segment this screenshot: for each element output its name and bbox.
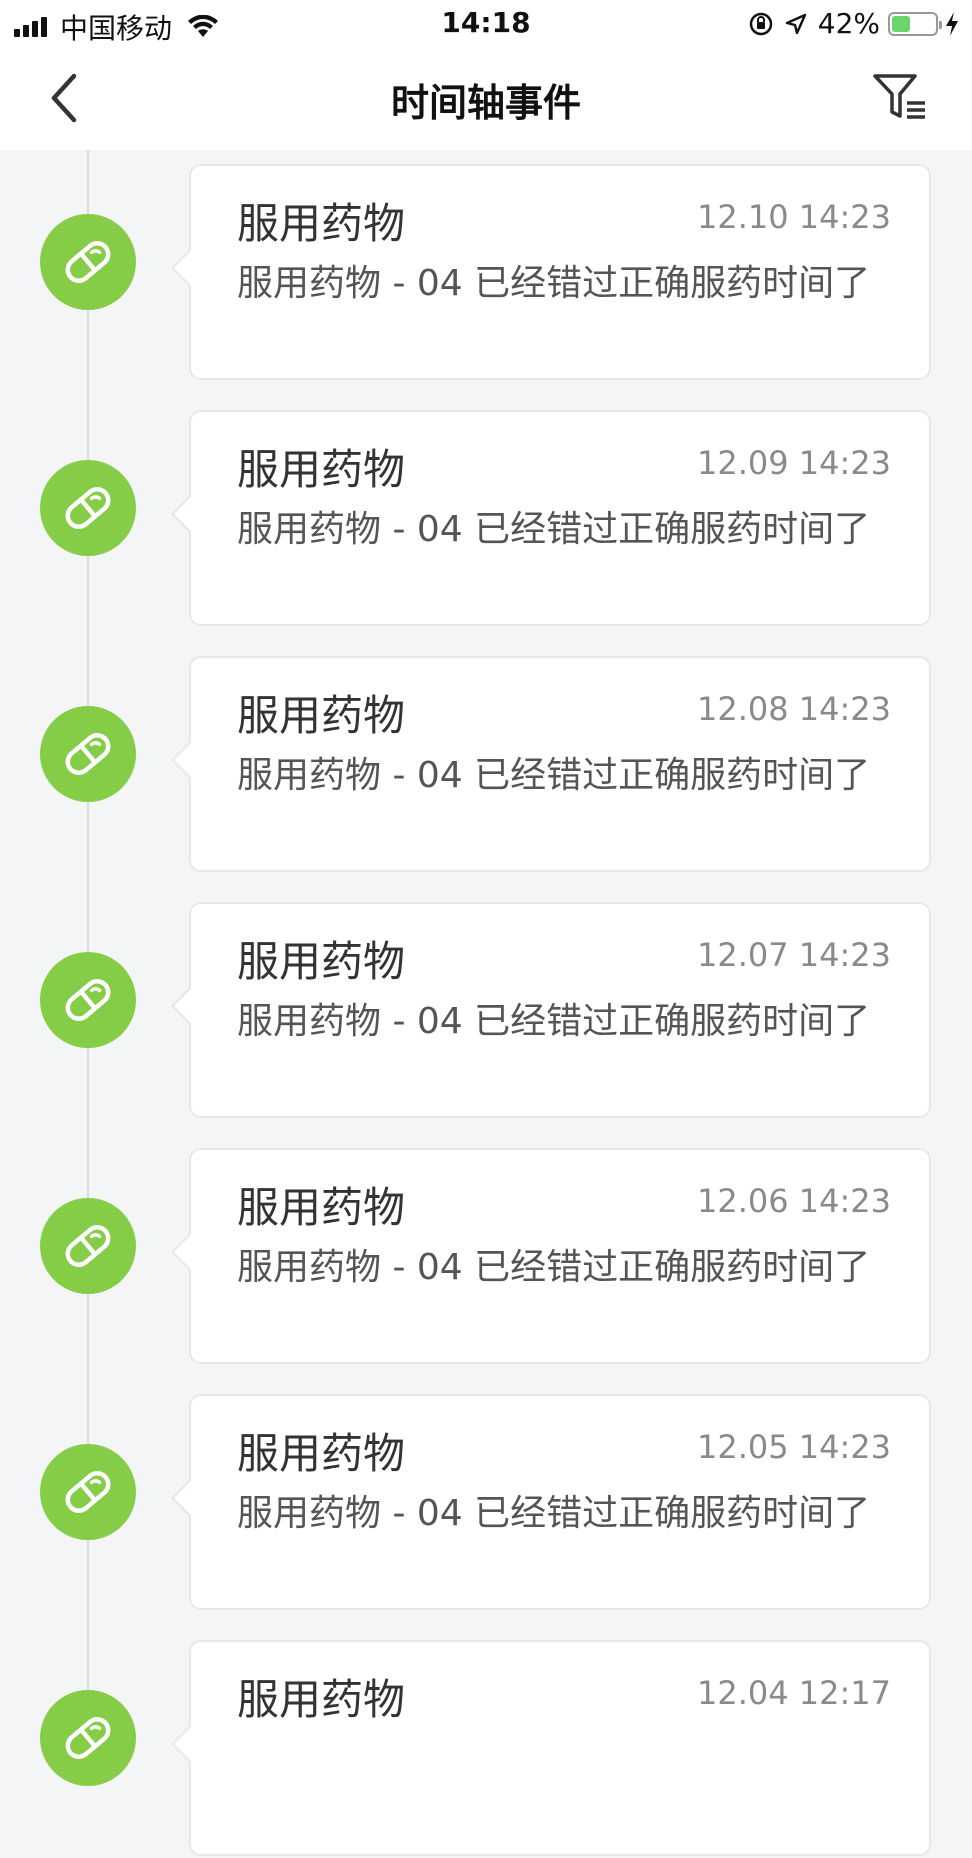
timeline-event: 服用药物 12.10 14:23 服用药物 - 04 已经错过正确服药时间了 (0, 164, 972, 382)
event-time: 12.09 14:23 (697, 444, 891, 482)
event-time: 12.08 14:23 (697, 690, 891, 728)
pill-icon (65, 1225, 111, 1267)
battery-percent: 42% (817, 7, 880, 40)
event-time: 12.05 14:23 (697, 1428, 891, 1466)
charging-bolt-icon (946, 11, 958, 36)
timeline-event: 服用药物 12.09 14:23 服用药物 - 04 已经错过正确服药时间了 (0, 410, 972, 628)
event-description: 服用药物 - 04 已经错过正确服药时间了 (237, 1247, 871, 1288)
timeline-event: 服用药物 12.05 14:23 服用药物 - 04 已经错过正确服药时间了 (0, 1394, 972, 1612)
event-card[interactable]: 服用药物 12.08 14:23 服用药物 - 04 已经错过正确服药时间了 (171, 656, 931, 872)
event-card[interactable]: 服用药物 12.09 14:23 服用药物 - 04 已经错过正确服药时间了 (171, 410, 931, 626)
orientation-lock-icon (749, 12, 773, 35)
event-marker (40, 706, 136, 802)
event-title: 服用药物 (237, 1429, 406, 1478)
event-title: 服用药物 (237, 199, 406, 248)
battery-icon (888, 11, 942, 36)
page-title: 时间轴事件 (390, 81, 581, 125)
pill-icon (65, 979, 111, 1021)
pill-icon (65, 733, 111, 775)
event-marker (40, 1690, 136, 1786)
event-description: 服用药物 - 04 已经错过正确服药时间了 (237, 509, 871, 550)
event-time: 12.07 14:23 (697, 936, 891, 974)
event-description: 服用药物 - 04 已经错过正确服药时间了 (237, 1493, 871, 1534)
pill-icon (65, 487, 111, 529)
timeline: 服用药物 12.10 14:23 服用药物 - 04 已经错过正确服药时间了 服… (0, 150, 972, 1856)
event-marker (40, 952, 136, 1048)
pill-icon (65, 1717, 111, 1759)
filter-button[interactable] (872, 72, 928, 124)
navigation-bar: 时间轴事件 (0, 48, 972, 150)
status-bar: 中国移动 14:18 42% (0, 0, 972, 48)
event-time: 12.04 12:17 (697, 1674, 891, 1712)
event-marker (40, 214, 136, 310)
filter-list-icon (873, 74, 925, 119)
event-card[interactable]: 服用药物 12.10 14:23 服用药物 - 04 已经错过正确服药时间了 (171, 164, 931, 380)
pill-icon (65, 1471, 111, 1513)
timeline-event: 服用药物 12.07 14:23 服用药物 - 04 已经错过正确服药时间了 (0, 902, 972, 1120)
timeline-event: 服用药物 12.06 14:23 服用药物 - 04 已经错过正确服药时间了 (0, 1148, 972, 1366)
event-title: 服用药物 (237, 937, 406, 986)
event-description: 服用药物 - 04 已经错过正确服药时间了 (237, 1001, 871, 1042)
event-card[interactable]: 服用药物 12.07 14:23 服用药物 - 04 已经错过正确服药时间了 (171, 902, 931, 1118)
event-marker (40, 460, 136, 556)
timeline-event: 服用药物 12.04 12:17 (0, 1640, 972, 1858)
event-card[interactable]: 服用药物 12.06 14:23 服用药物 - 04 已经错过正确服药时间了 (171, 1148, 931, 1364)
battery-fill (892, 15, 910, 32)
event-description: 服用药物 - 04 已经错过正确服药时间了 (237, 755, 871, 796)
event-title: 服用药物 (237, 1183, 406, 1232)
event-marker (40, 1444, 136, 1540)
event-card[interactable]: 服用药物 12.04 12:17 (171, 1640, 931, 1856)
event-time: 12.10 14:23 (697, 198, 891, 236)
event-title: 服用药物 (237, 445, 406, 494)
event-card[interactable]: 服用药物 12.05 14:23 服用药物 - 04 已经错过正确服药时间了 (171, 1394, 931, 1610)
location-arrow-icon (785, 13, 806, 34)
event-time: 12.06 14:23 (697, 1182, 891, 1220)
timeline-event: 服用药物 12.08 14:23 服用药物 - 04 已经错过正确服药时间了 (0, 656, 972, 874)
event-title: 服用药物 (237, 1675, 406, 1724)
pill-icon (65, 241, 111, 283)
event-marker (40, 1198, 136, 1294)
event-description: 服用药物 - 04 已经错过正确服药时间了 (237, 263, 871, 304)
status-right: 42% (738, 7, 960, 40)
event-title: 服用药物 (237, 691, 406, 740)
